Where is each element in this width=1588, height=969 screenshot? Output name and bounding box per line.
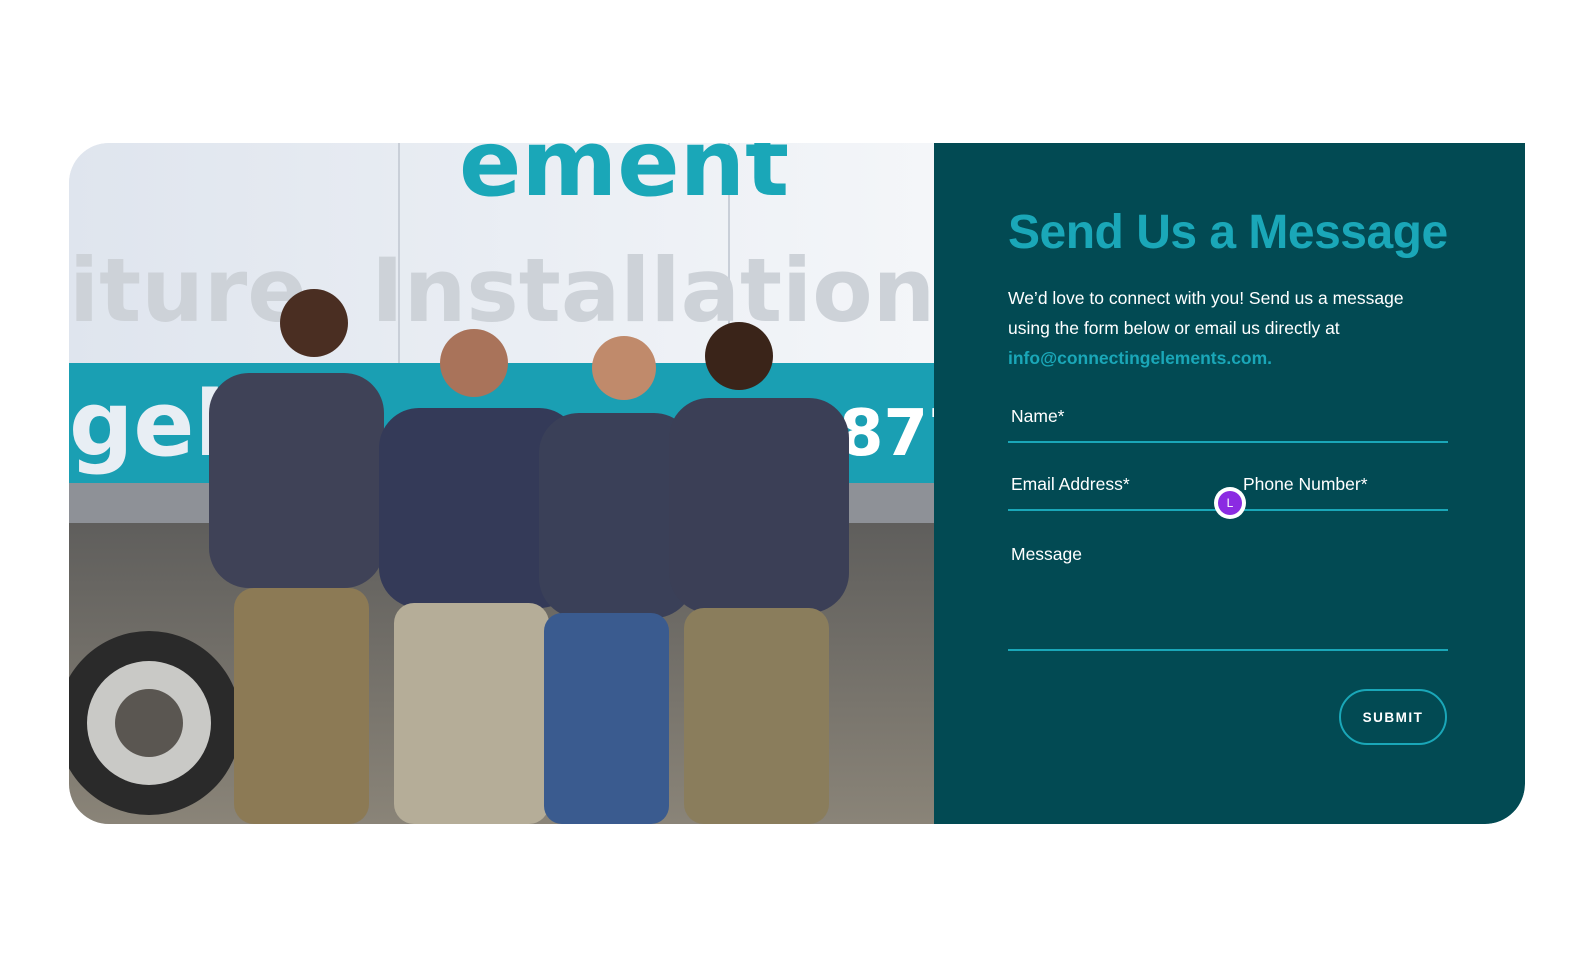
contact-card: ement iture. Installation. Se gel 877 [69,143,1525,824]
email-field[interactable]: Email Address* [1008,463,1224,511]
truck-text-band: gel [69,372,225,477]
form-intro: We’d love to connect with you! Send us a… [1008,283,1438,373]
message-field[interactable]: Message [1008,533,1452,653]
truck-text-top: ement [459,143,789,217]
name-input[interactable] [1008,395,1452,443]
intro-text: We’d love to connect with you! Send us a… [1008,288,1404,338]
contact-form-panel: Send Us a Message We’d love to connect w… [934,143,1525,824]
password-manager-badge[interactable]: L [1214,487,1246,519]
badge-initial: L [1218,491,1242,515]
message-input[interactable] [1008,533,1452,653]
team-photo-illustration: ement iture. Installation. Se gel 877 [69,143,934,824]
name-field[interactable]: Name* [1008,395,1452,443]
email-input[interactable] [1008,463,1224,511]
truck-phone-fragment: 877 [839,397,934,471]
phone-field[interactable]: Phone Number* [1241,463,1452,511]
submit-button[interactable]: SUBMIT [1339,689,1447,745]
truck-text-middle: iture. Installation. Se [69,239,934,342]
email-link[interactable]: info@connectingelements.com. [1008,343,1438,373]
phone-input[interactable] [1241,463,1452,511]
form-title: Send Us a Message [1008,206,1448,259]
team-photo: ement iture. Installation. Se gel 877 [69,143,934,824]
